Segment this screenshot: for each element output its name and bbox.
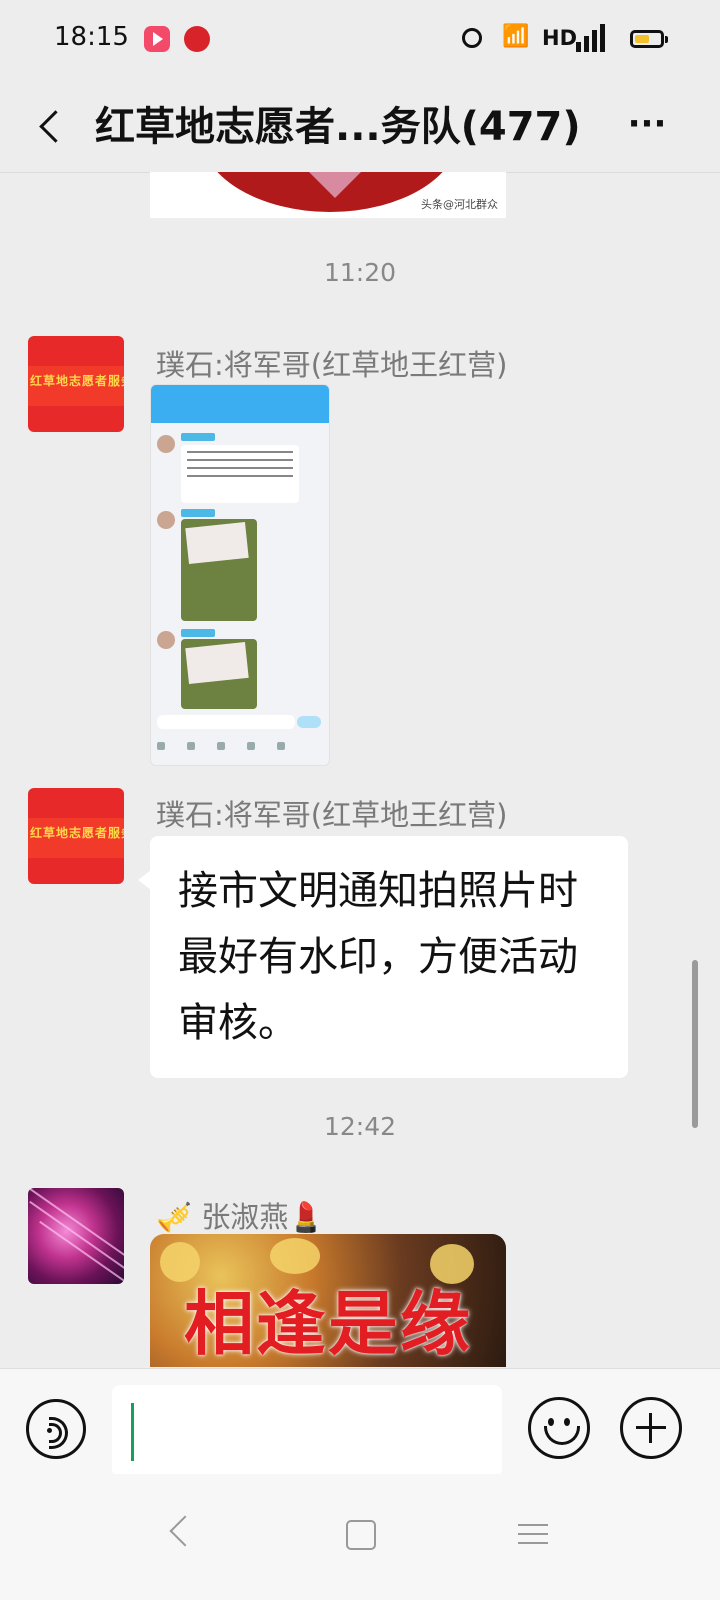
message-input[interactable] [112, 1385, 502, 1477]
sender-name: 璞石:将军哥(红草地王红营) [156, 348, 508, 382]
voice-icon [45, 1417, 68, 1449]
system-navigation-bar [0, 1474, 720, 1600]
emoji-button[interactable] [528, 1397, 590, 1459]
cell-signal-icon [576, 22, 610, 52]
sticker-message[interactable]: 相逢是缘 [150, 1234, 506, 1367]
system-recents-button[interactable] [502, 1504, 562, 1564]
system-back-button[interactable] [156, 1504, 216, 1564]
sticker-text: 相逢是缘 [184, 1283, 472, 1365]
avatar-text: 红草地志愿者服务队 [30, 826, 124, 840]
text-message-bubble[interactable]: 接市文明通知拍照片时最好有水印，方便活动审核。 [138, 836, 628, 1078]
avatar[interactable]: 红草地志愿者服务队 [28, 336, 124, 432]
image-watermark: 头条@河北群众 [421, 198, 498, 211]
timestamp: 12:42 [323, 1112, 397, 1141]
input-bar [0, 1368, 720, 1477]
chat-header: 红草地志愿者...务队(477) ··· [0, 80, 720, 173]
alarm-icon [462, 28, 482, 48]
chat-title: 红草地志愿者...务队(477) [95, 104, 581, 150]
image-message-partial[interactable]: 头条@河北群众 [150, 172, 506, 218]
sender-name: 🎺 张淑燕💄 [156, 1200, 325, 1234]
wifi-icon: 📶 [502, 24, 530, 49]
voice-input-button[interactable] [26, 1399, 86, 1459]
scrollbar[interactable] [692, 960, 698, 1128]
more-options-button[interactable]: ··· [622, 102, 672, 146]
back-button[interactable] [28, 98, 80, 154]
message-list[interactable]: 头条@河北群众 11:20 红草地志愿者服务队 璞石:将军哥(红草地王红营) 红… [0, 172, 720, 1367]
news-app-icon [184, 26, 210, 52]
hd-label: HD [542, 26, 578, 50]
status-bar: 18:15 📶 HD [0, 0, 720, 80]
sender-name: 璞石:将军哥(红草地王红营) [156, 798, 508, 832]
video-app-icon [144, 26, 170, 52]
timestamp: 11:20 [323, 258, 397, 287]
system-home-button[interactable] [330, 1504, 390, 1564]
screenshot-image-message[interactable] [150, 384, 330, 766]
more-functions-button[interactable] [620, 1397, 682, 1459]
avatar[interactable]: 红草地志愿者服务队 [28, 788, 124, 884]
text-cursor [131, 1403, 134, 1461]
avatar-text: 红草地志愿者服务队 [30, 374, 124, 388]
battery-icon [630, 30, 668, 48]
status-time: 18:15 [54, 22, 129, 52]
avatar[interactable] [28, 1188, 124, 1284]
